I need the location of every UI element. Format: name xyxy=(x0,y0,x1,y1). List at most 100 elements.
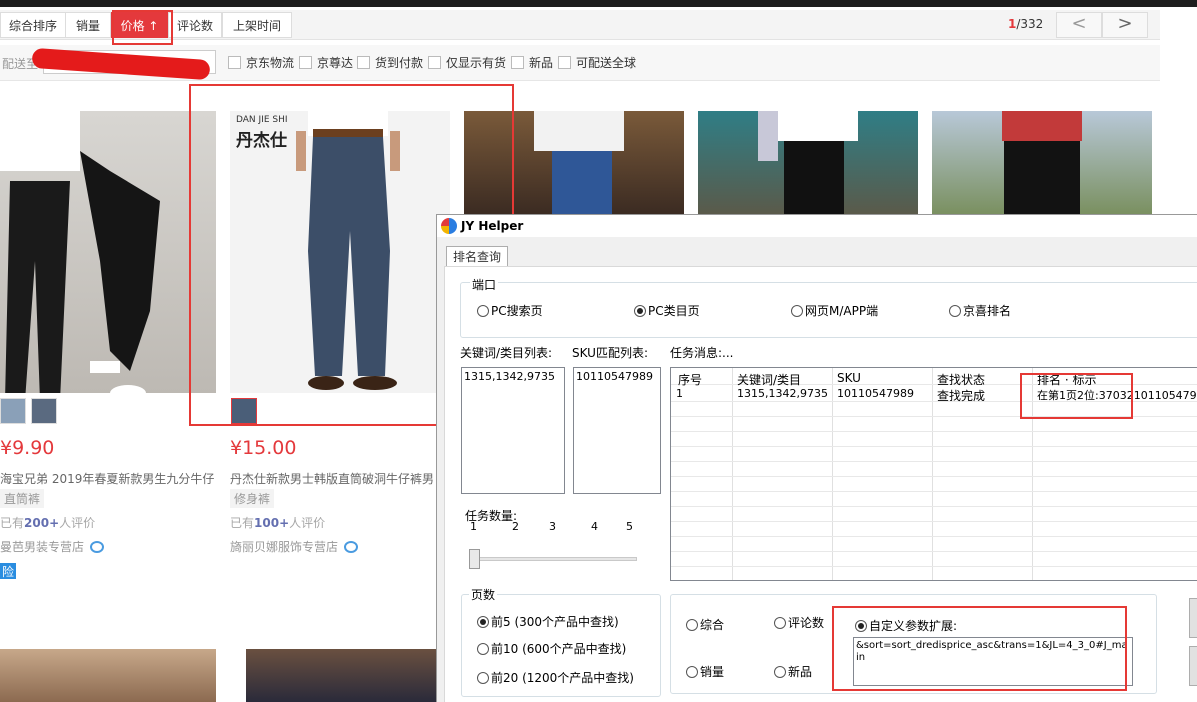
filter-label: 可配送全球 xyxy=(576,56,637,70)
sort-tab-sales[interactable]: 销量 xyxy=(65,12,111,38)
product-image-5[interactable] xyxy=(932,111,1152,214)
cell-index: 1 xyxy=(676,387,683,400)
radio-label: 评论数 xyxy=(788,616,825,630)
product-image-7[interactable] xyxy=(246,649,436,702)
sort-bar: 综合排序 销量 价格 ↑ 评论数 上架时间 1/332 < > xyxy=(0,10,1160,40)
filter-label: 京东物流 xyxy=(246,56,295,70)
product-review-count[interactable]: 已有100+人评价 xyxy=(230,514,325,531)
radio-top5[interactable]: 前5 (300个产品中查找) xyxy=(477,613,619,630)
checkbox-icon xyxy=(357,56,370,69)
top-dark-bar xyxy=(0,0,1197,7)
filter-label: 仅显示有货 xyxy=(446,56,507,70)
chat-icon[interactable] xyxy=(344,541,359,553)
filter-in-stock[interactable]: 仅显示有货 xyxy=(428,56,506,72)
checkbox-icon xyxy=(558,56,571,69)
product-image-1[interactable] xyxy=(0,111,216,393)
task-tick: 4 xyxy=(591,520,598,533)
page-indicator: 1/332 xyxy=(1008,17,1043,31)
product-price: ¥15.00 xyxy=(230,437,297,459)
radio-icon xyxy=(686,666,698,678)
filter-jd-zunda[interactable]: 京尊达 xyxy=(299,56,353,72)
sort-tab-reviews[interactable]: 评论数 xyxy=(168,12,222,38)
radio-icon xyxy=(774,617,786,629)
filter-cod[interactable]: 货到付款 xyxy=(357,56,423,72)
shop-name: 旖丽贝娜服饰专营店 xyxy=(230,540,339,554)
radio-mobile-app[interactable]: 网页M/APP端 xyxy=(791,302,878,319)
pages-group-label: 页数 xyxy=(469,586,498,603)
cell-keyword: 1315,1342,9735 xyxy=(737,387,828,400)
radio-label: 前10 (600个产品中查找) xyxy=(491,642,627,656)
table-divider xyxy=(671,536,1197,537)
total-pages: /332 xyxy=(1016,17,1044,31)
table-divider xyxy=(671,521,1197,522)
filter-label: 京尊达 xyxy=(317,56,354,70)
radio-sort-default[interactable]: 综合 xyxy=(686,616,724,633)
task-tick: 1 xyxy=(470,520,477,533)
insurance-badge: 险 xyxy=(0,563,17,579)
review-suffix: 人评价 xyxy=(289,516,326,530)
product-price: ¥9.90 xyxy=(0,437,55,459)
checkbox-icon xyxy=(428,56,441,69)
color-thumb[interactable] xyxy=(31,398,57,424)
sku-list-input[interactable]: 10110547989 xyxy=(573,367,661,494)
radio-icon xyxy=(791,305,803,317)
review-suffix: 人评价 xyxy=(59,516,96,530)
product-tag: 修身裤 xyxy=(230,489,275,508)
radio-pc-search[interactable]: PC搜索页 xyxy=(477,302,543,319)
filter-label: 新品 xyxy=(529,56,554,70)
color-thumb[interactable] xyxy=(0,398,26,424)
filter-global[interactable]: 可配送全球 xyxy=(558,56,636,72)
radio-label: 网页M/APP端 xyxy=(805,304,879,318)
keyword-list-input[interactable]: 1315,1342,9735 xyxy=(461,367,565,494)
review-number: 200+ xyxy=(24,516,60,530)
product-review-count[interactable]: 已有200+人评价 xyxy=(0,514,95,531)
radio-pc-category[interactable]: PC类目页 xyxy=(634,302,700,319)
table-divider xyxy=(671,476,1197,477)
table-divider xyxy=(671,566,1197,567)
task-message-label: 任务消息:... xyxy=(670,346,734,360)
sort-tab-newest[interactable]: 上架时间 xyxy=(222,12,292,38)
radio-sort-reviews[interactable]: 评论数 xyxy=(774,614,824,631)
radio-label: 新品 xyxy=(788,665,813,679)
side-button[interactable] xyxy=(1189,598,1197,638)
shop-link[interactable]: 旖丽贝娜服饰专营店 xyxy=(230,538,359,555)
next-page-button[interactable]: > xyxy=(1102,12,1148,38)
radio-icon xyxy=(774,666,786,678)
filter-new[interactable]: 新品 xyxy=(511,56,553,72)
radio-top10[interactable]: 前10 (600个产品中查找) xyxy=(477,640,626,657)
product-title[interactable]: 海宝兄弟 2019年春夏新款男生九分牛仔 xyxy=(0,470,216,487)
shop-name: 曼芭男装专营店 xyxy=(0,540,85,554)
chat-icon[interactable] xyxy=(90,541,105,553)
table-divider xyxy=(671,431,1197,432)
task-count-slider-thumb[interactable] xyxy=(469,549,480,569)
product-title[interactable]: 丹杰仕新款男士韩版直筒破洞牛仔裤男 xyxy=(230,470,436,487)
radio-sort-new[interactable]: 新品 xyxy=(774,663,812,680)
radio-top20[interactable]: 前20 (1200个产品中查找) xyxy=(477,669,634,686)
sort-tab-default[interactable]: 综合排序 xyxy=(0,12,66,38)
product-image-6[interactable] xyxy=(0,649,216,702)
table-divider xyxy=(671,446,1197,447)
task-count-slider-track[interactable] xyxy=(469,557,637,561)
review-number: 100+ xyxy=(254,516,290,530)
tab-rank-query[interactable]: 排名查询 xyxy=(446,246,508,267)
filter-jd-logistics[interactable]: 京东物流 xyxy=(228,56,294,72)
radio-icon xyxy=(477,643,489,655)
radio-selected-icon xyxy=(477,616,489,628)
radio-label: 前20 (1200个产品中查找) xyxy=(491,671,634,685)
task-tick: 2 xyxy=(512,520,519,533)
side-button[interactable] xyxy=(1189,646,1197,686)
prev-page-button[interactable]: < xyxy=(1056,12,1102,38)
radio-sort-sales[interactable]: 销量 xyxy=(686,663,724,680)
table-divider xyxy=(671,491,1197,492)
shop-link[interactable]: 曼芭男装专营店 xyxy=(0,538,105,555)
checkbox-icon xyxy=(299,56,312,69)
radio-jingxi[interactable]: 京喜排名 xyxy=(949,302,1011,319)
keyword-list-label: 关键词/类目列表: xyxy=(460,346,553,360)
helper-titlebar[interactable]: JY Helper xyxy=(437,215,1197,237)
product-image-4[interactable] xyxy=(698,111,918,214)
table-divider xyxy=(671,506,1197,507)
task-tick: 3 xyxy=(549,520,556,533)
checkbox-icon xyxy=(511,56,524,69)
jeans-model-photo xyxy=(0,111,160,393)
app-logo-icon xyxy=(441,218,457,234)
